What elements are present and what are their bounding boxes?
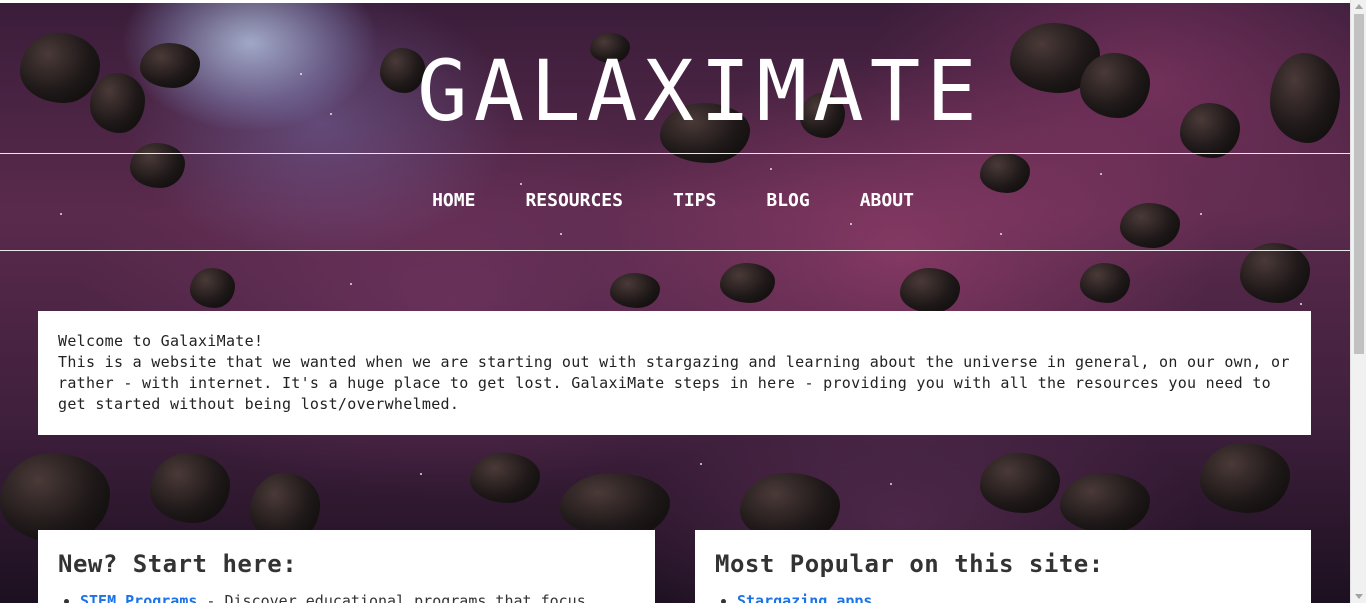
- stargazing-apps-link[interactable]: Stargazing apps: [737, 592, 872, 603]
- start-here-card: New? Start here: STEM Programs - Discove…: [38, 530, 655, 603]
- nav-tips[interactable]: TIPS: [673, 190, 716, 211]
- nav-home[interactable]: HOME: [432, 190, 475, 211]
- asteroid: [1060, 473, 1150, 533]
- list-item-description: - Discover educational programs that foc…: [197, 592, 586, 603]
- header-divider-top: [0, 153, 1350, 154]
- most-popular-title: Most Popular on this site:: [715, 550, 1104, 578]
- most-popular-list: Stargazing apps: [715, 592, 1291, 603]
- most-popular-card: Most Popular on this site: Stargazing ap…: [695, 530, 1311, 603]
- welcome-heading: Welcome to GalaxiMate!: [58, 332, 264, 350]
- welcome-body: This is a website that we wanted when we…: [58, 353, 1290, 413]
- scroll-thumb[interactable]: [1354, 14, 1364, 354]
- asteroid: [560, 473, 670, 538]
- asteroid: [1200, 443, 1290, 513]
- welcome-panel: Welcome to GalaxiMate! This is a website…: [38, 311, 1311, 435]
- asteroid: [1080, 263, 1130, 303]
- asteroid: [980, 153, 1030, 193]
- nav-blog[interactable]: BLOG: [766, 190, 809, 211]
- list-item: STEM Programs - Discover educational pro…: [80, 592, 635, 603]
- asteroid: [470, 453, 540, 503]
- asteroid: [720, 263, 775, 303]
- asteroid: [980, 453, 1060, 513]
- header-divider-bottom: [0, 250, 1350, 251]
- scroll-up-arrow-icon[interactable]: [1355, 4, 1363, 9]
- site-title[interactable]: GALAXIMATE: [0, 42, 1366, 140]
- asteroid: [1240, 243, 1310, 303]
- start-here-title: New? Start here:: [58, 550, 298, 578]
- list-item: Stargazing apps: [737, 592, 1291, 603]
- main-nav: HOME RESOURCES TIPS BLOG ABOUT: [0, 190, 1346, 211]
- asteroid: [190, 268, 235, 308]
- nav-resources[interactable]: RESOURCES: [525, 190, 623, 211]
- start-here-list: STEM Programs - Discover educational pro…: [58, 592, 635, 603]
- top-border: [0, 0, 1350, 3]
- page-scrollbar[interactable]: [1350, 0, 1366, 603]
- scroll-down-arrow-icon[interactable]: [1355, 594, 1363, 599]
- asteroid: [130, 143, 185, 188]
- asteroid: [610, 273, 660, 308]
- asteroid: [150, 453, 230, 523]
- nav-about[interactable]: ABOUT: [860, 190, 914, 211]
- asteroid: [900, 268, 960, 313]
- stem-programs-link[interactable]: STEM Programs: [80, 592, 197, 603]
